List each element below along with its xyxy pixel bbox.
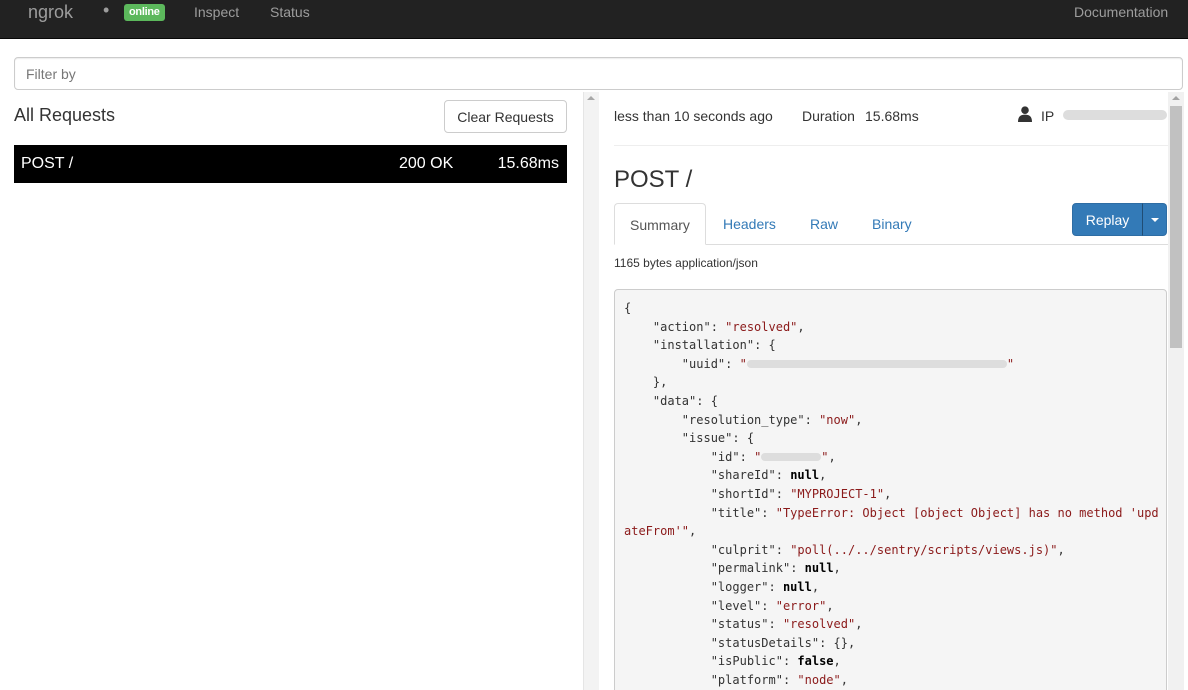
replay-dropdown-button[interactable] [1142,203,1167,236]
caret-down-icon [1151,218,1159,222]
ip-redacted [1063,110,1167,120]
scroll-up-arrow-icon[interactable] [587,96,595,100]
nav-link-status[interactable]: Status [270,4,310,20]
brand-logo[interactable]: ngrok [28,2,73,23]
tab-headers[interactable]: Headers [708,203,791,245]
request-status: 200 OK [399,155,454,172]
uuid-redacted [746,360,1007,369]
scrollbar[interactable] [1168,92,1184,690]
id-redacted [761,453,822,462]
tab-summary[interactable]: Summary [614,203,706,245]
request-time: less than 10 seconds ago [614,108,773,124]
request-row[interactable]: POST / 200 OK 15.68ms [14,145,567,183]
pane-splitter[interactable] [583,92,599,690]
duration-label: Duration [802,108,855,124]
body-size-info: 1165 bytes application/json [614,256,758,270]
ip-label: IP [1041,108,1055,124]
json-body: { "action": "resolved", "installation": … [614,289,1167,690]
duration-value: 15.68ms [865,108,919,124]
request-title: POST / [614,166,693,193]
nav-link-inspect[interactable]: Inspect [194,4,239,20]
request-method-path: POST / [21,155,74,172]
scroll-up-arrow-icon[interactable] [1172,96,1180,100]
requests-heading: All Requests [14,105,116,125]
clear-requests-button[interactable]: Clear Requests [444,100,567,133]
nav-link-documentation[interactable]: Documentation [1074,4,1168,20]
tab-raw[interactable]: Raw [795,203,853,245]
request-duration: 15.68ms [497,155,559,172]
tab-binary[interactable]: Binary [857,203,927,245]
status-badge: online [124,4,165,21]
divider [614,145,1168,146]
nav-separator-dot: • [103,0,110,20]
user-icon [1018,106,1032,122]
replay-button[interactable]: Replay [1072,203,1143,236]
navbar: ngrok • online Inspect Status Documentat… [0,0,1188,39]
filter-input[interactable] [14,57,1183,90]
scrollbar-thumb[interactable] [1170,106,1182,348]
